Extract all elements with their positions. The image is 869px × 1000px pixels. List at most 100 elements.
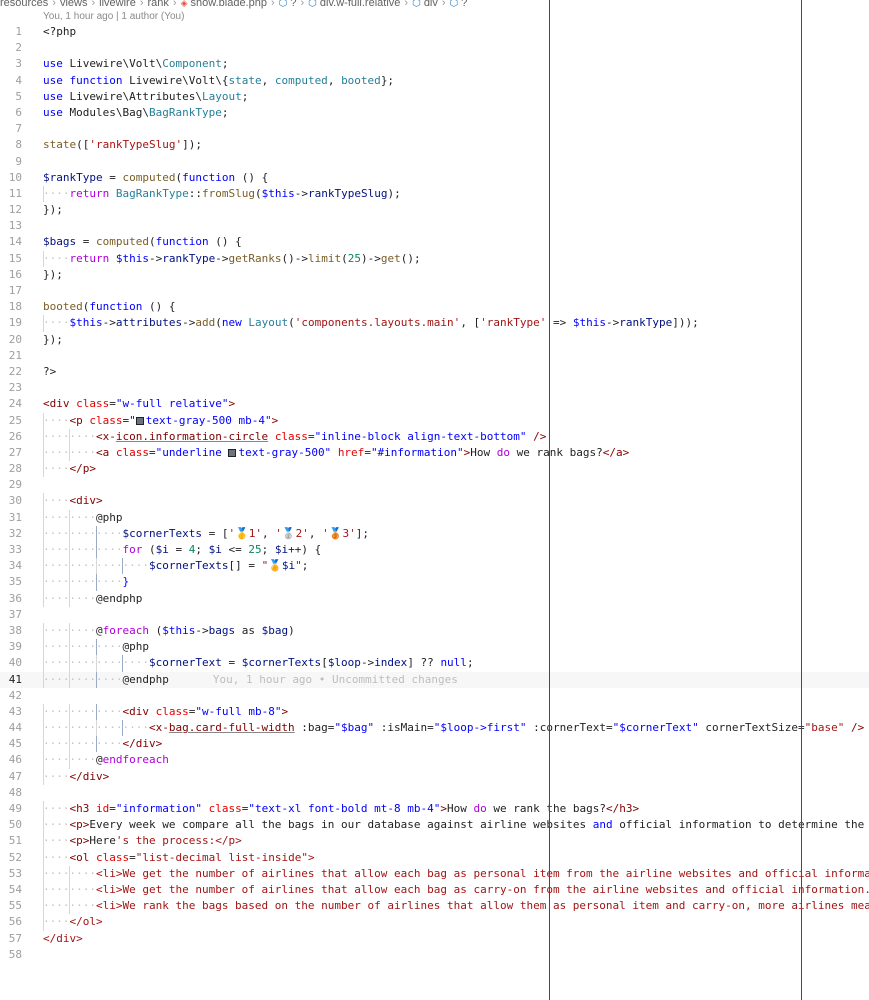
code-line[interactable]: 56 ····</ol> bbox=[0, 914, 869, 931]
line-number: 17 bbox=[8, 284, 22, 297]
code-line[interactable]: 18 booted(function () { bbox=[0, 299, 869, 315]
breadcrumb-item[interactable]: rank bbox=[148, 0, 169, 9]
code-line[interactable]: 57 </div> bbox=[0, 931, 869, 947]
code-line[interactable]: 58 bbox=[0, 947, 869, 963]
code-line[interactable]: 48 bbox=[0, 785, 869, 801]
code-token: () { bbox=[142, 300, 176, 314]
code-line[interactable]: 19 ····$this->attributes->add(new Layout(… bbox=[0, 315, 869, 332]
code-line[interactable]: 34 ················$cornerTexts[] = "🏅$i"… bbox=[0, 558, 869, 575]
code-token: @php bbox=[95, 510, 123, 524]
code-token: ( bbox=[148, 235, 156, 249]
code-token: $this bbox=[69, 316, 103, 330]
line-number: 7 bbox=[15, 122, 22, 136]
code-line[interactable]: 25 ····<p class=" text-gray-500 mb-4"> bbox=[0, 412, 869, 429]
code-token: :cornerText= bbox=[526, 721, 613, 735]
code-line[interactable]: 30 ····<div> bbox=[0, 493, 869, 510]
code-line[interactable]: 44 ················<x-bag.card-full-width… bbox=[0, 720, 869, 737]
code-token: "information" bbox=[115, 802, 202, 815]
code-line[interactable]: 39 ············@php bbox=[0, 639, 869, 656]
code-line[interactable]: 54 ········<li>We get the number of airli… bbox=[0, 881, 869, 899]
breadcrumb-item[interactable]: ? bbox=[290, 0, 296, 9]
code-line[interactable]: 29 bbox=[0, 477, 869, 493]
breadcrumb-item[interactable]: livewire bbox=[99, 0, 136, 9]
code-line[interactable]: 5 use Livewire\Attributes\Layout; bbox=[0, 89, 869, 105]
code-line[interactable]: 55 ········<li>We rank the bags based on … bbox=[0, 898, 869, 915]
code-line[interactable]: 22 ?> bbox=[0, 364, 869, 380]
code-line[interactable]: 10 $rankType = computed(function () { bbox=[0, 170, 869, 186]
code-line[interactable]: 3 use Livewire\Volt\Component; bbox=[0, 56, 869, 72]
breadcrumb-item[interactable]: div bbox=[424, 0, 438, 9]
line-number: 18 bbox=[8, 300, 22, 314]
code-line[interactable]: 8 state(['rankTypeSlug']); bbox=[0, 137, 869, 153]
breadcrumb-item[interactable]: resources bbox=[0, 0, 48, 9]
line-number: 6 bbox=[15, 105, 22, 119]
code-token: function bbox=[69, 73, 123, 87]
code-token: > bbox=[281, 704, 289, 718]
breadcrumb-item[interactable]: ? bbox=[461, 0, 467, 9]
code-line[interactable]: 13 bbox=[0, 218, 869, 234]
code-line[interactable]: 49 ····<h3 id="information" class="text-x… bbox=[0, 801, 869, 818]
code-editor[interactable]: 1 <?php 2 3 use Livewire\Volt\Component; 4 use… bbox=[0, 24, 869, 963]
code-line[interactable]: 52 ····<ol class="list-decimal list-insid… bbox=[0, 849, 869, 866]
code-line[interactable]: 42 bbox=[0, 688, 869, 704]
code-line[interactable]: 53 ········<li>We get the number of airli… bbox=[0, 865, 869, 882]
blame-header[interactable]: You, 1 hour ago | 1 author (You) bbox=[43, 11, 184, 22]
breadcrumb-item[interactable]: views bbox=[60, 0, 88, 9]
code-line[interactable]: 50 ····<p>Every week we compare all the b… bbox=[0, 817, 869, 834]
code-token: $rankType bbox=[43, 170, 103, 184]
code-line[interactable]: 28 ····</p> bbox=[0, 461, 869, 478]
code-line[interactable]: 32 ············$cornerTexts = ['🥇1', '🥈2'… bbox=[0, 525, 869, 542]
color-swatch[interactable] bbox=[135, 416, 144, 425]
code-line[interactable]: 47 ····</div> bbox=[0, 768, 869, 785]
code-token: => bbox=[546, 316, 573, 330]
code-line[interactable]: 4 use function Livewire\Volt\{state, comp… bbox=[0, 73, 869, 89]
code-token: ="underline bbox=[148, 445, 229, 459]
code-line[interactable]: 51 ····<p>Here's the process:</p> bbox=[0, 833, 869, 850]
code-line[interactable]: 12}); bbox=[0, 202, 869, 218]
code-line[interactable]: 33 ············for ($i = 4; $i <= 25; $i+… bbox=[0, 542, 869, 559]
code-line[interactable]: 43 ············<div class="w-full mb-8"> bbox=[0, 703, 869, 721]
code-line[interactable]: 46 ········@endforeach bbox=[0, 752, 869, 769]
code-line[interactable]: 26 ········<x-icon.information-circle cla… bbox=[0, 428, 869, 445]
code-line[interactable]: 16}); bbox=[0, 267, 869, 283]
color-swatch[interactable] bbox=[228, 448, 237, 457]
code-line[interactable]: 40 ················$cornerText = $cornerT… bbox=[0, 655, 869, 672]
code-line[interactable]: 15 ····return $this->rankType->getRanks()… bbox=[0, 250, 869, 267]
code-line[interactable]: 20}); bbox=[0, 332, 869, 348]
code-line[interactable]: 35 ············} bbox=[0, 574, 869, 591]
code-line[interactable]: 6 use Modules\Bag\BagRankType; bbox=[0, 105, 869, 121]
breadcrumb-item[interactable]: div.w-full.relative bbox=[320, 0, 401, 9]
code-line[interactable]: 11 ····return BagRankType::fromSlug($this… bbox=[0, 185, 869, 203]
code-token: $cornerText bbox=[148, 656, 222, 670]
inline-blame[interactable]: You, 1 hour ago • Uncommitted changes bbox=[213, 673, 458, 686]
code-line[interactable]: 21 bbox=[0, 348, 869, 364]
code-line[interactable]: 17 bbox=[0, 283, 869, 299]
code-line[interactable]: 7 bbox=[0, 121, 869, 137]
code-token: ; bbox=[221, 105, 229, 119]
code-line[interactable]: 1 <?php bbox=[0, 24, 869, 40]
whitespace-dots: ············ bbox=[43, 543, 123, 556]
code-line[interactable]: 23 bbox=[0, 380, 869, 396]
code-text: }); bbox=[43, 202, 63, 218]
code-line[interactable]: 9 bbox=[0, 154, 869, 170]
code-token: How bbox=[447, 802, 474, 815]
breadcrumb-item[interactable]: show.blade.php bbox=[191, 0, 267, 9]
code-token: @endphp bbox=[95, 591, 143, 605]
code-token: ++) { bbox=[288, 543, 322, 556]
code-line[interactable]: 41 ············@endphp You, 1 hour ago • U… bbox=[0, 671, 869, 688]
code-token: [ bbox=[321, 656, 328, 670]
code-line[interactable]: 38 ········@foreach ($this->bags as $bag) bbox=[0, 622, 869, 640]
code-line[interactable]: 45 ············</div> bbox=[0, 736, 869, 753]
code-line[interactable]: 36 ········@endphp bbox=[0, 590, 869, 607]
code-text: ····<ol class="list-decimal list-inside"… bbox=[43, 850, 315, 866]
code-line[interactable]: 2 bbox=[0, 40, 869, 56]
code-line[interactable]: 37 bbox=[0, 607, 869, 623]
code-line[interactable]: 27 ········<a class="underline text-gray-… bbox=[0, 444, 869, 462]
line-number: 34 bbox=[8, 559, 22, 573]
code-line[interactable]: 24 <div class="w-full relative"> bbox=[0, 396, 869, 412]
code-token: " bbox=[295, 559, 302, 573]
code-line[interactable]: 14 $bags = computed(function () { bbox=[0, 234, 869, 250]
code-line[interactable]: 31 ········@php bbox=[0, 509, 869, 526]
